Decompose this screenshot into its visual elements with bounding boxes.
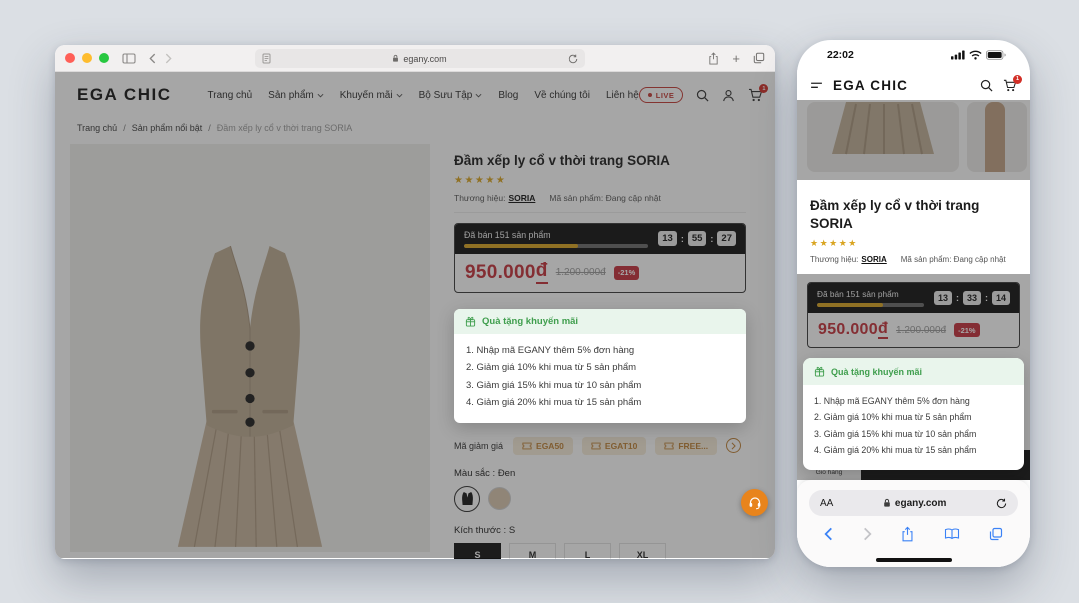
status-time: 22:02 [827,49,854,61]
chat-support-button[interactable] [741,489,768,516]
promo-gift-card: Quà tặng khuyến mãi 1. Nhập mã EGANY thê… [454,309,746,423]
menu-icon[interactable] [810,81,823,90]
cart-count-badge: 1 [1013,75,1022,84]
desktop-browser-window: egany.com + EGA CHIC Trang chủ Sản phẩm … [55,45,775,559]
lock-icon [392,54,399,63]
promo-item: 3. Giảm giá 15% khi mua từ 10 sản phẩm [466,377,734,395]
phone-window: 22:02 EGA CHIC 1 [797,40,1030,567]
headset-icon [748,496,762,510]
url-text: egany.com [895,498,947,509]
forward-icon[interactable] [863,527,872,541]
cart-icon[interactable]: 1 [1003,79,1017,92]
promo-item: 2. Giảm giá 10% khi mua từ 5 sản phẩm [814,409,1013,425]
minimize-window-button[interactable] [82,53,92,63]
tab-overview-icon[interactable] [753,52,765,64]
site-logo[interactable]: EGA CHIC [833,78,908,93]
promo-item: 3. Giảm giá 15% khi mua từ 10 sản phẩm [814,426,1013,442]
brand-label: Thương hiệu: [810,255,858,264]
sidebar-icon[interactable] [122,53,136,64]
rating-stars: ★★★★★ [810,238,1017,249]
phone-status-bar: 22:02 [797,40,1030,70]
battery-icon [986,50,1006,60]
promo-item: 4. Giảm giá 20% khi mua từ 15 sản phẩm [466,394,734,412]
promo-title: Quà tặng khuyến mãi [831,367,922,377]
promo-title: Quà tặng khuyến mãi [482,316,578,327]
safari-bottom-bar: AA egany.com [797,480,1030,567]
wifi-icon [969,50,982,60]
promo-item: 1. Nhập mã EGANY thêm 5% đơn hàng [466,342,734,360]
gift-icon [814,366,825,377]
share-icon[interactable] [708,52,719,65]
back-icon[interactable] [824,527,833,541]
new-tab-icon[interactable]: + [732,52,740,65]
back-icon[interactable] [149,53,156,64]
address-bar[interactable]: egany.com [255,49,585,68]
refresh-icon[interactable] [996,498,1007,509]
home-indicator[interactable] [876,558,952,562]
brand-link[interactable]: SORIA [861,255,886,264]
close-window-button[interactable] [65,53,75,63]
promo-item: 2. Giảm giá 10% khi mua từ 5 sản phẩm [466,359,734,377]
share-icon[interactable] [901,526,914,542]
webpage: EGA CHIC Trang chủ Sản phẩm Khuyến mãi B… [55,72,775,558]
tab-overview-icon[interactable] [989,527,1003,541]
signal-icon [951,50,965,60]
search-icon[interactable] [980,79,993,92]
product-title-block: Đầm xếp ly cổ v thời trang SORIA ★★★★★ T… [797,180,1030,274]
promo-gift-card: Quà tặng khuyến mãi 1. Nhập mã EGANY thê… [803,358,1024,470]
sku-text: Mã sản phẩm: Đang cập nhật [901,255,1006,264]
promo-item: 1. Nhập mã EGANY thêm 5% đơn hàng [814,393,1013,409]
reader-icon[interactable] [262,53,271,64]
lock-icon [883,498,891,508]
url-text: egany.com [403,54,446,64]
product-title: Đầm xếp ly cổ v thời trang SORIA [810,197,1017,232]
bookmarks-icon[interactable] [944,528,960,540]
phone-site-header: EGA CHIC 1 [797,70,1030,100]
reader-text-button[interactable]: AA [820,498,833,509]
forward-icon[interactable] [165,53,172,64]
address-bar[interactable]: AA egany.com [809,490,1018,516]
safari-toolbar: egany.com + [55,45,775,72]
gift-icon [465,316,476,327]
zoom-window-button[interactable] [99,53,109,63]
promo-item: 4. Giảm giá 20% khi mua từ 15 sản phẩm [814,442,1013,458]
refresh-icon[interactable] [568,54,578,64]
